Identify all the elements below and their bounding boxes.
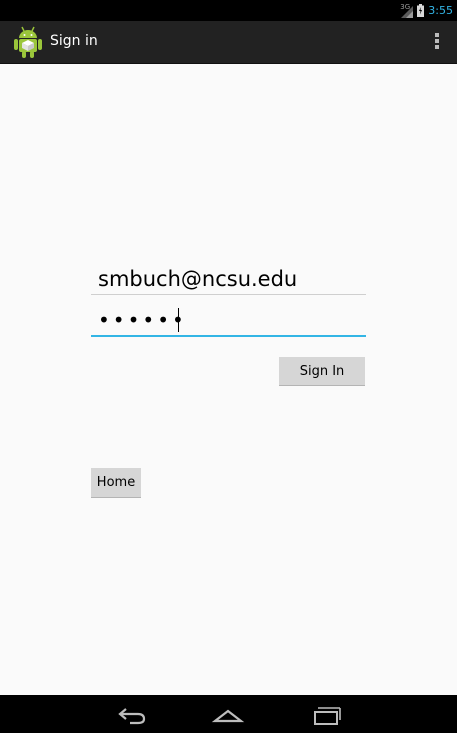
password-value: ••••••: [98, 308, 187, 332]
status-clock: 3:55: [428, 4, 453, 17]
signal-icon: [401, 5, 414, 18]
email-field[interactable]: smbuch@ncsu.edu: [91, 263, 366, 295]
status-icons: 3G 3:55: [400, 2, 453, 19]
sign-in-button[interactable]: Sign In: [279, 357, 365, 386]
back-icon[interactable]: [112, 701, 152, 727]
overflow-menu-icon[interactable]: [433, 33, 441, 53]
overflow-dot: [435, 39, 439, 43]
status-bar: 3G 3:55: [0, 0, 457, 21]
battery-icon: [417, 4, 425, 17]
android-app-icon[interactable]: [12, 25, 44, 59]
overflow-dot: [435, 45, 439, 49]
password-field[interactable]: ••••••: [91, 304, 366, 337]
home-icon[interactable]: [208, 701, 248, 727]
app-screen: 3G 3:55 Sign in smbuch@ncsu.edu •••••• S…: [0, 0, 457, 733]
overflow-dot: [435, 33, 439, 37]
text-cursor: [178, 308, 179, 332]
recent-apps-icon[interactable]: [306, 701, 346, 727]
action-bar: Sign in: [0, 21, 457, 64]
page-title: Sign in: [50, 33, 98, 49]
signal-indicator: 3G: [400, 3, 414, 18]
navigation-bar: [0, 695, 457, 733]
home-button[interactable]: Home: [91, 468, 141, 498]
